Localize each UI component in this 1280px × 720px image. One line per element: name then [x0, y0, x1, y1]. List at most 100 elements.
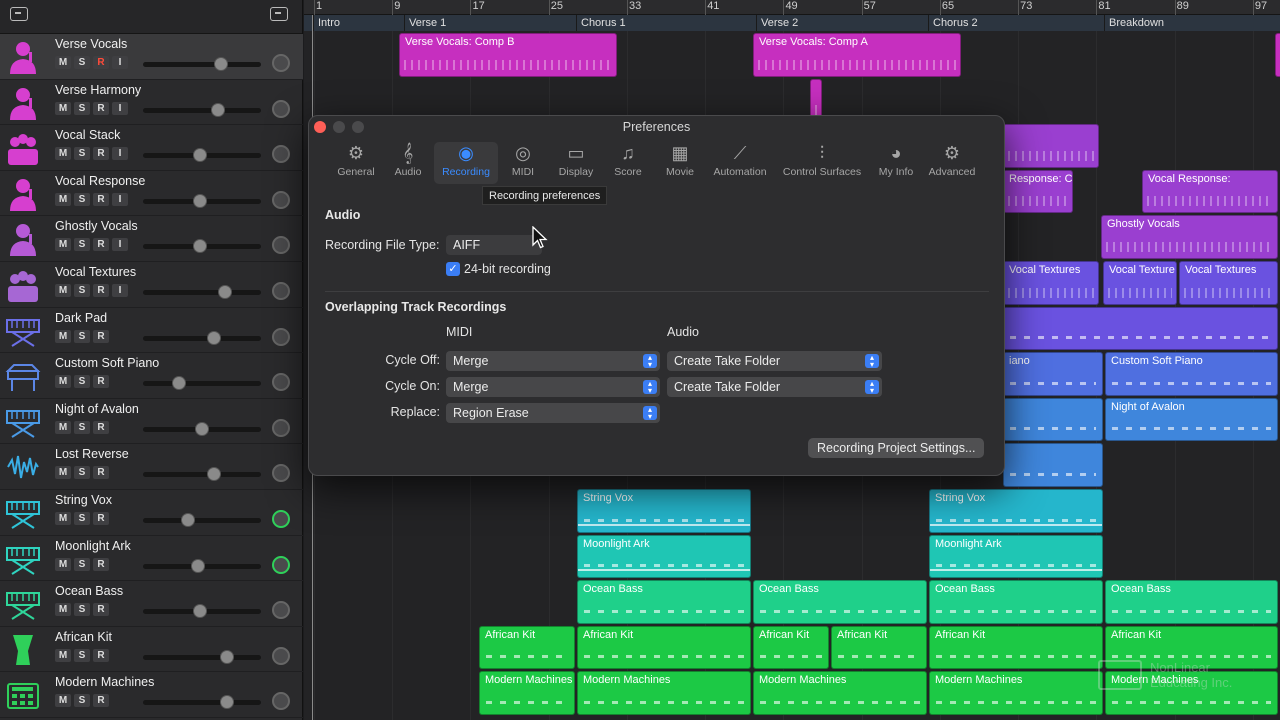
region-ocean-bass[interactable]: Ocean Bass	[1105, 580, 1278, 624]
region-verse-vocals-comp-a[interactable]: Verse Vocals: Comp A	[753, 33, 961, 77]
mute-button[interactable]: M	[55, 420, 71, 434]
region-vocal-stack[interactable]	[1003, 124, 1099, 168]
pan-knob[interactable]	[272, 692, 290, 711]
region-custom-soft-piano-1[interactable]: iano	[1003, 352, 1103, 396]
pan-knob[interactable]	[272, 555, 290, 574]
region-vocal-textures-2[interactable]: Vocal Texture	[1103, 261, 1177, 305]
region-vocal-textures-1[interactable]: Vocal Textures	[1003, 261, 1099, 305]
track-header-african-kit[interactable]: African Kit MSR	[0, 627, 303, 673]
record-enable-button[interactable]: R	[93, 101, 109, 115]
recording-project-settings-button[interactable]: Recording Project Settings...	[808, 438, 985, 458]
tab-display[interactable]: ▭ Display	[550, 142, 602, 184]
pan-knob[interactable]	[272, 418, 290, 437]
track-header-verse-harmony[interactable]: Verse Harmony MSRI	[0, 80, 303, 126]
solo-button[interactable]: S	[74, 375, 90, 389]
fader-knob[interactable]	[192, 604, 207, 619]
mute-button[interactable]: M	[55, 375, 71, 389]
fader-knob[interactable]	[195, 421, 209, 436]
tab-general[interactable]: ⚙ General	[330, 142, 382, 184]
region-ghostly-vocals[interactable]: Ghostly Vocals	[1101, 215, 1278, 259]
track-header-ghostly-vocals[interactable]: Ghostly Vocals MSRI	[0, 216, 303, 262]
pan-knob[interactable]	[272, 190, 290, 209]
track-header-vocal-stack[interactable]: Vocal Stack MSRI	[0, 125, 303, 171]
pan-knob[interactable]	[272, 646, 290, 665]
region-dark-pad[interactable]	[1003, 306, 1278, 351]
fader-knob[interactable]	[192, 148, 207, 163]
midi-overlap-popup[interactable]: Merge ▴ ▾	[446, 377, 660, 397]
volume-fader[interactable]	[143, 102, 261, 117]
tab-movie[interactable]: ▦ Movie	[654, 142, 706, 184]
solo-button[interactable]: S	[74, 56, 90, 69]
track-header-moonlight-ark[interactable]: Moonlight Ark MSR	[0, 536, 303, 582]
track-header-ocean-bass[interactable]: Ocean Bass MSR	[0, 581, 303, 627]
track-header-modern-machines[interactable]: Modern Machines MSR	[0, 672, 303, 718]
track-header-verse-vocals[interactable]: Verse Vocals MSRI	[0, 34, 303, 80]
tab-score[interactable]: ♫ Score	[602, 142, 654, 184]
fader-knob[interactable]	[192, 239, 207, 254]
volume-fader[interactable]	[143, 285, 261, 299]
solo-button[interactable]: S	[74, 238, 90, 252]
fader-knob[interactable]	[207, 467, 222, 482]
volume-fader[interactable]	[143, 558, 261, 573]
record-enable-button[interactable]: R	[93, 284, 109, 297]
region-moonlight-ark-1[interactable]: Moonlight Ark	[577, 534, 751, 579]
pan-knob[interactable]	[272, 510, 290, 528]
region-ocean-bass[interactable]: Ocean Bass	[577, 580, 751, 624]
region-night-of-avalon-1[interactable]	[1003, 397, 1103, 442]
mute-button[interactable]: M	[55, 466, 71, 480]
pan-knob[interactable]	[272, 327, 290, 346]
input-monitor-button[interactable]: I	[112, 238, 128, 252]
volume-fader[interactable]	[143, 239, 261, 254]
region-ocean-bass[interactable]: Ocean Bass	[929, 580, 1103, 624]
mute-button[interactable]: M	[55, 512, 71, 525]
solo-button[interactable]: S	[74, 192, 90, 206]
region-ocean-bass[interactable]: Ocean Bass	[753, 580, 927, 624]
solo-button[interactable]: S	[74, 329, 90, 343]
mute-button[interactable]: M	[55, 648, 71, 662]
mute-button[interactable]: M	[55, 192, 71, 206]
record-enable-button[interactable]: R	[93, 147, 109, 161]
record-enable-button[interactable]: R	[93, 238, 109, 252]
volume-fader[interactable]	[143, 57, 261, 71]
mute-button[interactable]: M	[55, 101, 71, 115]
track-header-dark-pad[interactable]: Dark Pad MSR	[0, 308, 303, 354]
solo-button[interactable]: S	[74, 147, 90, 161]
region-african-kit[interactable]: African Kit	[577, 625, 751, 670]
pan-knob[interactable]	[272, 601, 290, 620]
record-enable-button[interactable]: R	[93, 512, 109, 525]
region-moonlight-ark-2[interactable]: Moonlight Ark	[929, 534, 1103, 579]
volume-fader[interactable]	[143, 330, 261, 345]
region-string-vox-1[interactable]: String Vox	[577, 489, 751, 533]
region-vocal-response-c[interactable]: Response: C	[1003, 169, 1073, 214]
bar-ruler[interactable]: 1 9 17 25 33 41 49 57 65 73 81 89 97	[304, 0, 1280, 15]
tab-control-surfaces[interactable]: ⫶ Control Surfaces	[778, 142, 866, 184]
record-enable-button[interactable]: R	[93, 603, 109, 617]
track-header-string-vox[interactable]: String Vox MSR	[0, 490, 303, 536]
region-verse-vocals-comp-b[interactable]: Verse Vocals: Comp B	[399, 33, 617, 77]
track-header-lost-reverse[interactable]: Lost Reverse MSR	[0, 444, 303, 490]
region-vocal-textures-3[interactable]: Vocal Textures	[1179, 261, 1278, 305]
volume-fader[interactable]	[143, 376, 261, 391]
region-african-kit[interactable]: African Kit	[753, 625, 829, 670]
region-african-kit[interactable]: African Kit	[479, 625, 575, 670]
volume-fader[interactable]	[143, 604, 261, 619]
solo-button[interactable]: S	[74, 420, 90, 434]
track-header-vocal-response[interactable]: Vocal Response MSRI	[0, 171, 303, 217]
record-enable-button[interactable]: R	[93, 375, 109, 389]
fader-knob[interactable]	[190, 558, 205, 573]
file-type-popup[interactable]: AIFF	[446, 235, 542, 255]
input-monitor-button[interactable]: I	[112, 192, 128, 206]
track-header-night-of-avalon[interactable]: Night of Avalon MSR	[0, 399, 303, 445]
fader-knob[interactable]	[207, 330, 222, 345]
marker-verse-1[interactable]: Verse 1	[404, 15, 576, 31]
fader-knob[interactable]	[172, 376, 187, 391]
region-vocal-response-a[interactable]: Vocal Response:	[1142, 169, 1278, 214]
midi-overlap-popup[interactable]: Region Erase ▴ ▾	[446, 403, 660, 423]
tab-advanced[interactable]: ⚙ Advanced	[922, 142, 982, 184]
fader-knob[interactable]	[192, 193, 207, 208]
pan-knob[interactable]	[272, 282, 290, 300]
record-enable-button[interactable]: R	[93, 329, 109, 343]
pan-knob[interactable]	[272, 373, 290, 392]
audio-overlap-popup[interactable]: Create Take Folder ▴ ▾	[667, 377, 882, 397]
solo-button[interactable]: S	[74, 648, 90, 662]
